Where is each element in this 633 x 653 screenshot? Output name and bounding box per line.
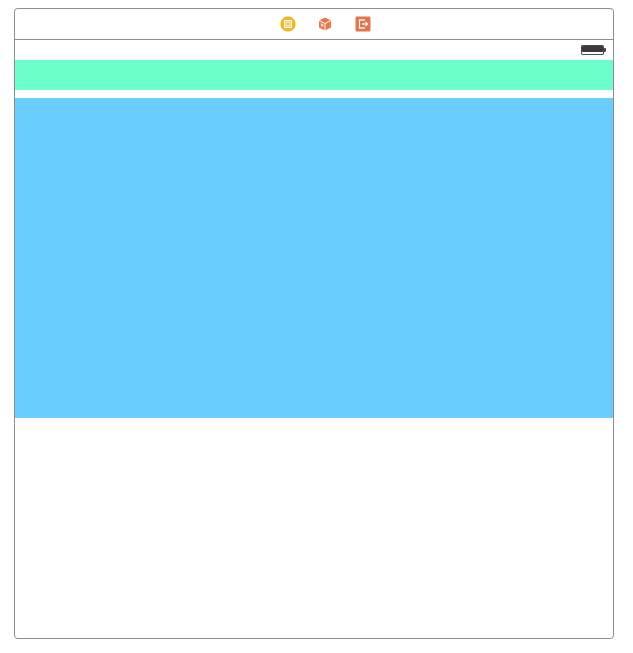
empty-content-area: [15, 418, 613, 638]
view-controller-scene[interactable]: [14, 8, 614, 639]
view-controller-icon[interactable]: [280, 16, 296, 32]
status-bar: [15, 40, 613, 60]
green-view[interactable]: [15, 60, 613, 90]
first-responder-icon[interactable]: [317, 16, 333, 32]
exit-icon[interactable]: [355, 16, 371, 32]
battery-fill: [582, 46, 603, 52]
scene-dock: [15, 9, 613, 40]
blue-view[interactable]: [15, 98, 613, 418]
battery-tip: [604, 48, 606, 52]
battery-icon: [581, 45, 606, 55]
